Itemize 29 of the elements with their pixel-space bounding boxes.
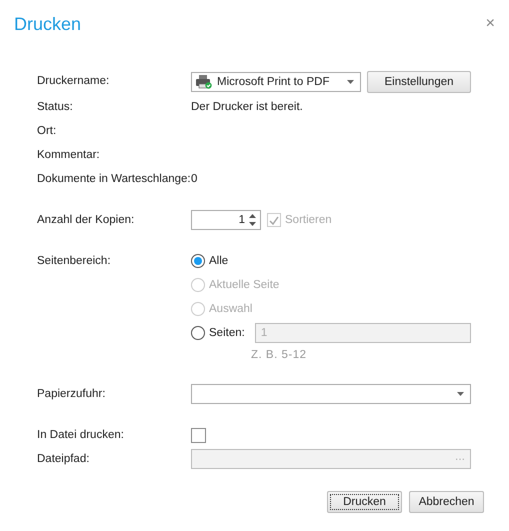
field-label: Druckername: — [37, 74, 110, 89]
radio-option[interactable]: Alle — [191, 254, 228, 268]
close-button[interactable]: × — [486, 15, 495, 33]
field-label: Anzahl der Kopien: — [37, 213, 136, 228]
printer-icon — [196, 75, 212, 89]
spin-arrows-icon — [249, 213, 256, 227]
field-label: Ort: — [37, 124, 58, 139]
dialog-button[interactable]: Drucken — [327, 491, 402, 513]
print-to-file-checkbox[interactable] — [191, 428, 206, 442]
field-label: Papierzufuhr: — [37, 387, 106, 402]
copies-spinner[interactable]: 1 — [191, 210, 261, 230]
radio-option[interactable]: Seiten: — [191, 326, 245, 340]
settings-button[interactable]: Einstellungen — [367, 71, 471, 93]
field-label: Dateipfad: — [37, 452, 90, 467]
checkmark-icon — [269, 216, 279, 224]
printer-dropdown[interactable]: Microsoft Print to PDF — [191, 72, 361, 92]
hint-text: Z. B. 5-12 — [251, 348, 308, 363]
field-label: Status: — [37, 100, 74, 115]
field-value: Der Drucker ist bereit. — [191, 101, 303, 113]
field-label: Dokumente in Warteschlange: — [37, 172, 191, 187]
field-label: Kommentar: — [37, 148, 101, 163]
field-label: In Datei drucken: — [37, 428, 125, 443]
field-value: 0 — [191, 173, 198, 185]
field-label: Seitenbereich: — [37, 254, 112, 269]
window-title: Drucken — [14, 14, 82, 34]
paper-source-dropdown[interactable] — [191, 384, 471, 404]
caret-icon — [347, 80, 354, 84]
caret-icon — [457, 392, 464, 396]
dialog-button[interactable]: Abbrechen — [409, 491, 484, 513]
